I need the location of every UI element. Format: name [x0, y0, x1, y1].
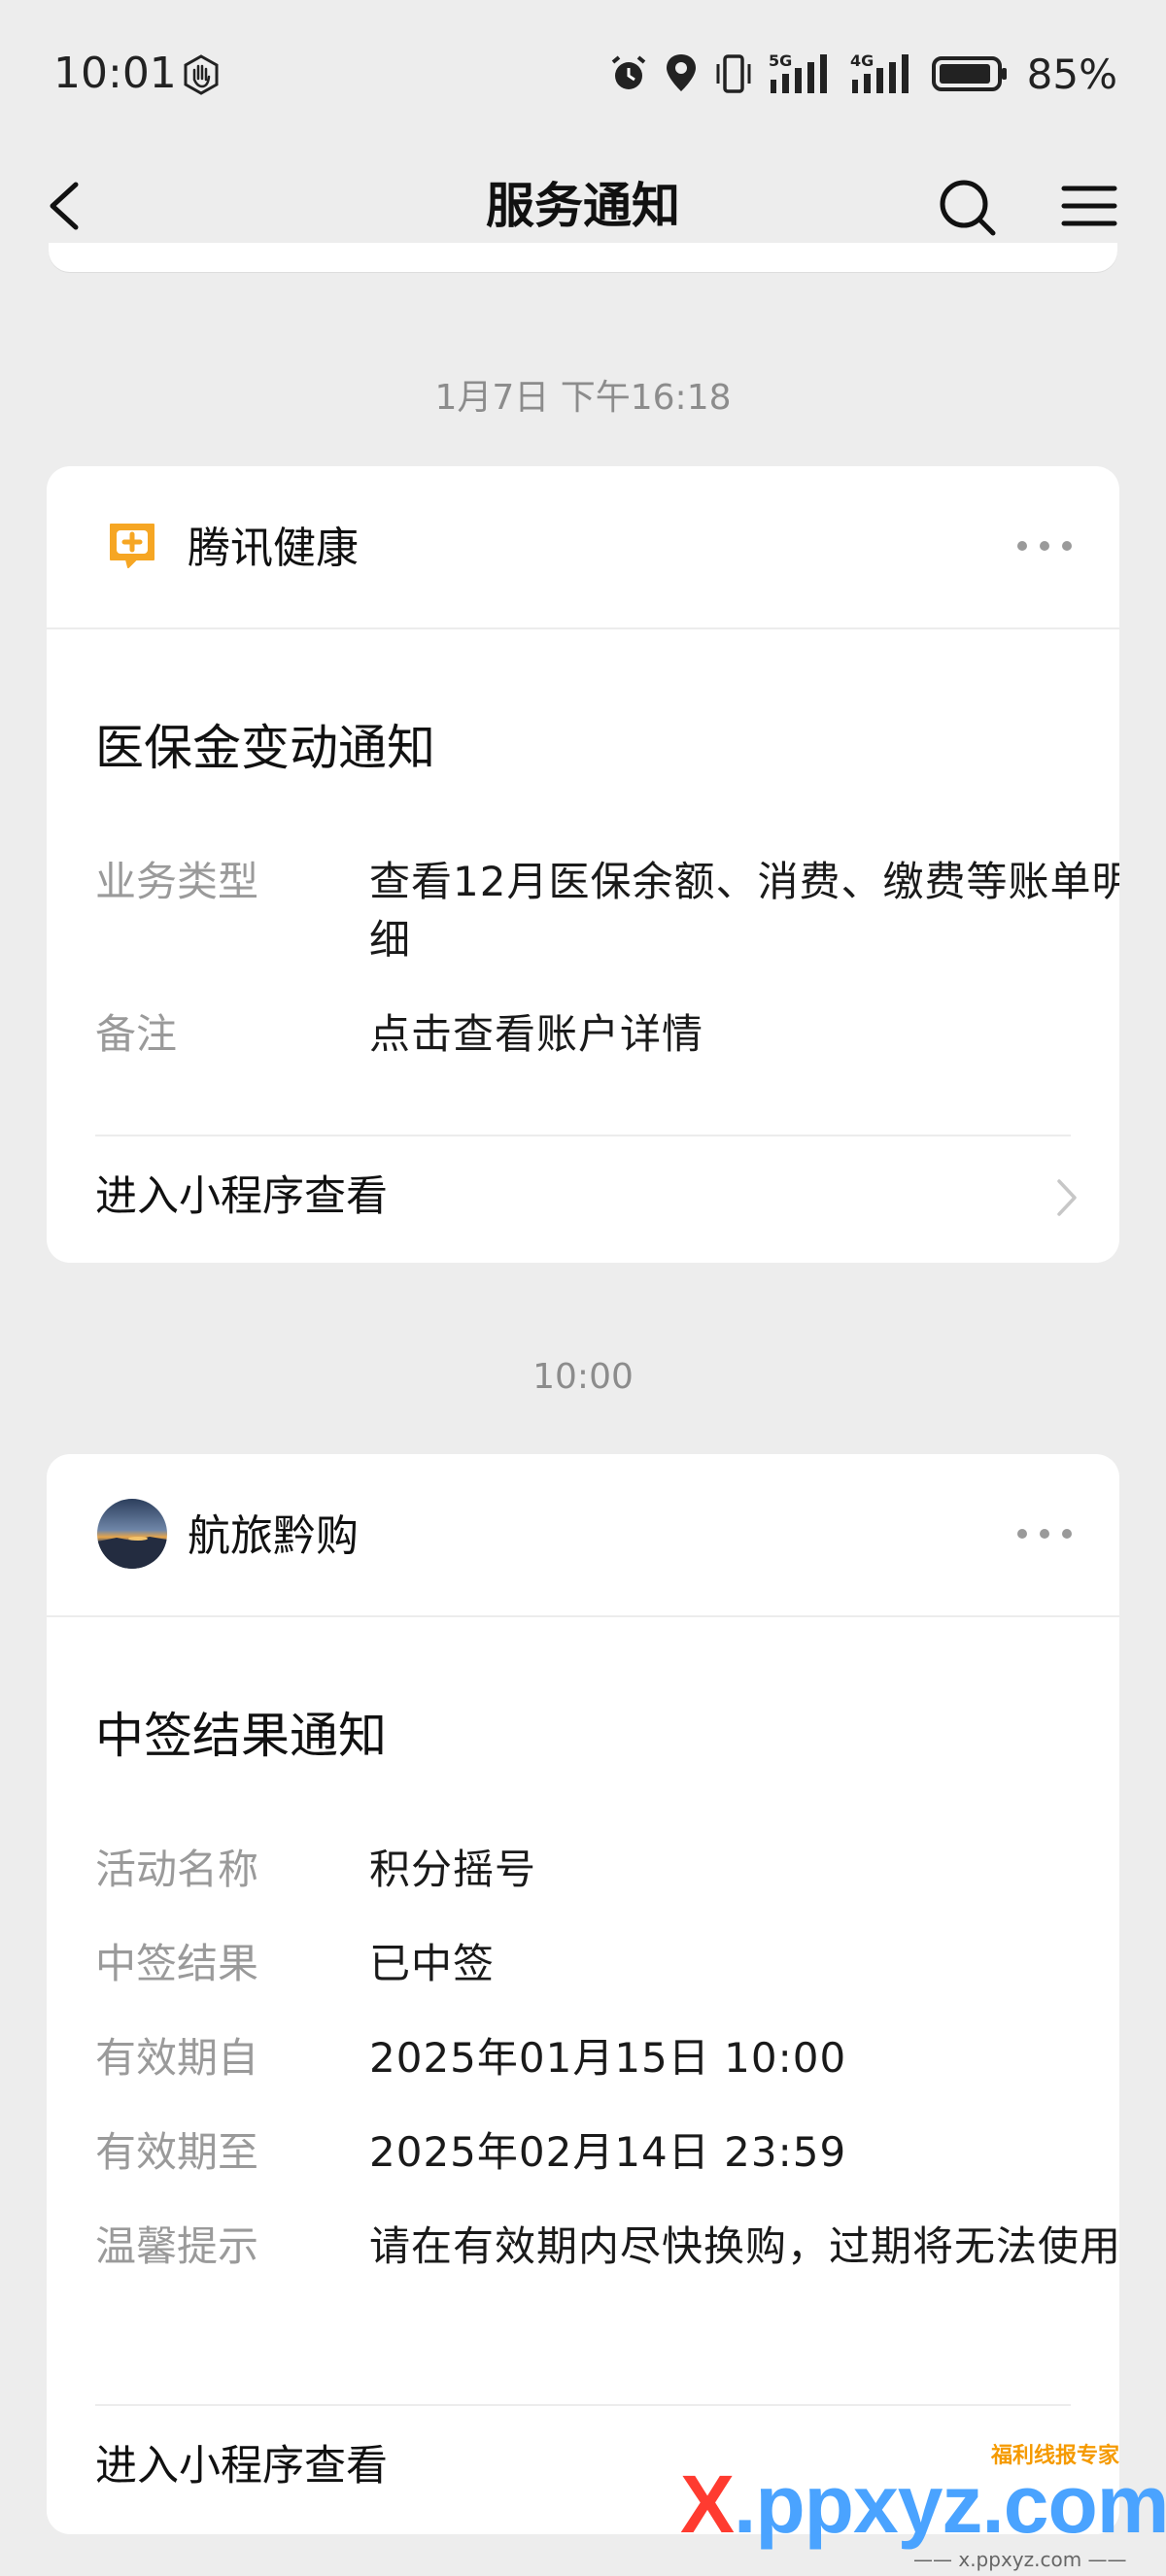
- status-time: 10:01: [53, 49, 177, 98]
- field-value: 请在有效期内尽快换购，过期将无法使用: [369, 2222, 1119, 2270]
- message-timestamp: 1月7日 下午16:18: [434, 378, 732, 418]
- card-header: 腾讯健康: [47, 466, 1119, 629]
- status-icons: 5G 4G 85%: [607, 47, 1117, 101]
- notice-title: 中签结果通知: [95, 1708, 387, 1764]
- location-icon: [666, 54, 696, 91]
- field-label: 有效期自: [95, 2034, 259, 2082]
- field-value: 积分摇号: [369, 1846, 537, 1893]
- app-name[interactable]: 腾讯健康: [188, 520, 359, 578]
- field-label: 备注: [95, 1010, 178, 1058]
- field-row-tip: 温馨提示 请在有效期内尽快换购，过期将无法使用: [95, 2218, 1119, 2334]
- field-value: 查看12月医保余额、消费、缴费等账单明细: [369, 858, 1119, 964]
- notification-card[interactable]: 航旅黔购 中签结果通知 活动名称 积分摇号 中签结果 已中签 有效期自 2025…: [47, 1454, 1119, 2534]
- search-icon[interactable]: [933, 167, 1001, 245]
- notice-title: 医保金变动通知: [95, 720, 435, 776]
- 5g-signal-icon: 5G: [769, 51, 827, 93]
- field-label: 中签结果: [95, 1940, 259, 1987]
- field-value: 2025年02月14日 23:59: [369, 2128, 847, 2176]
- card-header: 航旅黔购: [47, 1454, 1119, 1617]
- alarm-icon: [611, 55, 645, 89]
- field-value: 点击查看账户详情: [369, 1010, 704, 1058]
- previous-card-fragment: [49, 243, 1117, 272]
- divider: [95, 1135, 1071, 1136]
- app-avatar: [97, 1499, 167, 1569]
- vibrate-icon: [716, 54, 751, 93]
- watermark: 福利线报专家 X.ppxyz.com —— x.ppxyz.com ——: [670, 2443, 1166, 2571]
- menu-icon[interactable]: [1054, 167, 1122, 245]
- watermark-x: X: [680, 2458, 735, 2550]
- divider: [95, 2404, 1071, 2406]
- more-options-icon[interactable]: [1011, 1514, 1079, 1553]
- field-row-business-type: 业务类型 查看12月医保余额、消费、缴费等账单明细: [95, 853, 1119, 969]
- more-options-icon[interactable]: [1011, 526, 1079, 565]
- health-plus-icon: [110, 524, 154, 568]
- field-label: 活动名称: [95, 1846, 259, 1893]
- watermark-url: —— x.ppxyz.com ——: [913, 2548, 1127, 2571]
- watermark-logo: X.ppxyz.com: [680, 2457, 1166, 2552]
- field-label: 业务类型: [95, 858, 259, 905]
- status-bar: 10:01 5G 4G 85%: [0, 0, 1166, 146]
- field-row-valid-from: 有效期自 2025年01月15日 10:00: [95, 2029, 1077, 2087]
- open-miniprogram-link[interactable]: 进入小程序查看: [95, 2437, 388, 2495]
- hand-icon: [184, 54, 219, 95]
- app-name[interactable]: 航旅黔购: [188, 1508, 359, 1566]
- field-label: 有效期至: [95, 2128, 259, 2176]
- chevron-right-icon[interactable]: [1051, 1173, 1080, 1222]
- battery-icon: [931, 56, 1007, 91]
- svg-text:5G: 5G: [769, 51, 792, 70]
- field-row-valid-to: 有效期至 2025年02月14日 23:59: [95, 2123, 1077, 2182]
- field-row-activity-name: 活动名称 积分摇号: [95, 1841, 1077, 1899]
- open-miniprogram-link[interactable]: 进入小程序查看: [95, 1168, 388, 1226]
- field-value: 2025年01月15日 10:00: [369, 2034, 847, 2082]
- notification-card[interactable]: 腾讯健康 医保金变动通知 业务类型 查看12月医保余额、消费、缴费等账单明细 备…: [47, 466, 1119, 1263]
- field-value: 已中签: [369, 1940, 496, 1987]
- svg-text:4G: 4G: [850, 51, 874, 70]
- watermark-domain: .ppxyz.com: [734, 2458, 1166, 2550]
- field-row-remark: 备注 点击查看账户详情: [95, 1005, 1077, 1064]
- message-timestamp: 10:00: [532, 1357, 634, 1397]
- field-label: 温馨提示: [95, 2222, 259, 2270]
- battery-percent: 85%: [1026, 50, 1117, 98]
- field-row-draw-result: 中签结果 已中签: [95, 1935, 1077, 1993]
- 4g-signal-icon: 4G: [850, 51, 909, 93]
